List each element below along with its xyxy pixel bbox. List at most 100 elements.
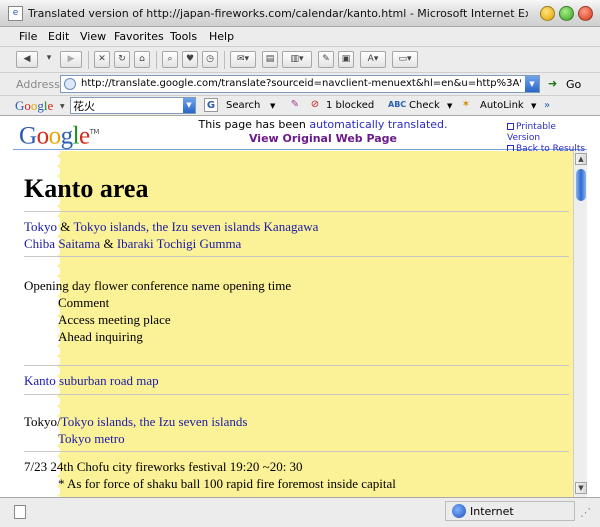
history-icon[interactable]: ◷ (202, 51, 218, 68)
minimize-button[interactable] (540, 6, 555, 21)
region-link[interactable]: Ibaraki (117, 236, 154, 251)
address-field[interactable]: http://translate.google.com/translate?so… (60, 75, 540, 93)
discuss-icon[interactable]: ✎ (318, 51, 334, 68)
scroll-up-icon[interactable]: ▲ (575, 153, 587, 165)
translation-notice: This page has been automatically transla… (193, 118, 453, 131)
autolink-button[interactable]: AutoLink (480, 100, 524, 111)
close-button[interactable] (578, 6, 593, 21)
divider (24, 394, 569, 395)
favorites-icon[interactable]: ♥ (182, 51, 198, 68)
google-toolbar-logo[interactable]: Google (15, 98, 53, 114)
menu-view[interactable]: View (80, 30, 106, 43)
road-map-link[interactable]: Kanto suburban road map (24, 373, 159, 388)
highlight-icon[interactable]: ✎ (288, 98, 302, 112)
event-row: 7/23 24th Chofu city fireworks festival … (24, 459, 303, 474)
go-arrow-icon[interactable]: ➜ (548, 77, 562, 91)
resize-grip-icon[interactable]: ⋰ (580, 506, 594, 520)
legend-title: Opening day flower conference name openi… (24, 278, 292, 293)
address-url[interactable]: http://translate.google.com/translate?so… (81, 78, 521, 89)
scroll-thumb[interactable] (576, 169, 586, 201)
tokyo-metro-link[interactable]: Tokyo metro (58, 431, 125, 446)
ie-icon: e (8, 6, 23, 21)
close-box-icon (507, 123, 514, 130)
view-original-link[interactable]: View Original Web Page (193, 132, 453, 145)
region-links-row-2: Chiba Saitama & Ibaraki Tochigi Gumma (24, 235, 569, 252)
izu-islands-link[interactable]: Tokyo islands, the Izu seven islands (61, 414, 248, 429)
search-options-dropdown-icon[interactable]: ▼ (270, 102, 275, 110)
google-logo[interactable]: GoogleTM (19, 117, 99, 151)
status-bar: Internet ⋰ (0, 497, 600, 527)
google-search-input[interactable] (71, 98, 179, 113)
go-button[interactable]: Go (566, 78, 581, 91)
region-link[interactable]: Tokyo (24, 219, 57, 234)
region-link[interactable]: Chiba (24, 236, 55, 251)
more-buttons-icon[interactable]: » (544, 100, 550, 111)
maximize-button[interactable] (559, 6, 574, 21)
address-dropdown-icon[interactable]: ▼ (525, 76, 539, 92)
spellcheck-icon[interactable]: ABC (388, 98, 406, 112)
scroll-down-icon[interactable]: ▼ (575, 482, 587, 494)
menu-favorites[interactable]: Favorites (114, 30, 164, 43)
back-dropdown-icon[interactable]: ▾ (44, 51, 54, 68)
region-separator: & (100, 236, 117, 251)
divider (24, 211, 569, 212)
legend-item: Ahead inquiring (58, 329, 143, 344)
research-icon[interactable]: ▥▾ (282, 51, 312, 68)
back-icon[interactable]: ◀ (16, 51, 38, 68)
printable-version-link[interactable]: Printable Version (507, 122, 587, 144)
mail-icon[interactable]: ✉▾ (230, 51, 256, 68)
title-bar: e Translated version of http://japan-fir… (0, 0, 600, 27)
popup-blocker-icon[interactable]: ⊘ (308, 98, 322, 112)
home-icon[interactable]: ⌂ (134, 51, 150, 68)
region-separator: & (57, 219, 74, 234)
security-zone: Internet (445, 501, 575, 521)
check-button[interactable]: Check (409, 100, 440, 111)
popup-blocked-count[interactable]: 1 blocked (326, 100, 374, 111)
menu-file[interactable]: File (19, 30, 37, 43)
stop-icon[interactable]: ✕ (94, 51, 110, 68)
search-icon[interactable]: ⌕ (162, 51, 178, 68)
standard-toolbar: ◀ ▾ ▶ ✕ ↻ ⌂ ⌕ ♥ ◷ ✉▾ ▤ ▥▾ ✎ ▣ A▾ ▭▾ (0, 47, 600, 73)
google-menu-dropdown-icon[interactable]: ▼ (60, 103, 65, 110)
region-link[interactable]: Kanagawa (264, 219, 319, 234)
globe-icon (452, 504, 466, 518)
google-search-icon[interactable]: G (204, 98, 218, 112)
autolink-dropdown-icon[interactable]: ▼ (531, 102, 536, 110)
refresh-icon[interactable]: ↻ (114, 51, 130, 68)
search-dropdown-icon[interactable]: ▼ (183, 98, 195, 113)
font-size-icon[interactable]: A▾ (360, 51, 386, 68)
page-heading: Kanto area (24, 174, 149, 203)
menu-tools[interactable]: Tools (170, 30, 197, 43)
google-search-field[interactable]: ▼ (70, 97, 196, 114)
section-prefix: Tokyo/ (24, 414, 61, 429)
menu-edit[interactable]: Edit (48, 30, 69, 43)
event-note: * As for force of shaku ball 100 rapid f… (58, 476, 396, 491)
page-content: Kanto area Tokyo & Tokyo islands, the Iz… (13, 151, 573, 497)
metro-row: Tokyo metro (24, 430, 569, 447)
address-label: Address (16, 78, 60, 91)
divider (24, 365, 569, 366)
region-links-row-1: Tokyo & Tokyo islands, the Izu seven isl… (24, 218, 569, 235)
region-link[interactable]: Saitama (58, 236, 100, 251)
print-icon[interactable]: ▤ (262, 51, 278, 68)
region-link[interactable]: Gumma (199, 236, 241, 251)
divider (24, 256, 569, 257)
forward-icon[interactable]: ▶ (60, 51, 82, 68)
page-icon (64, 78, 76, 90)
google-toolbar: Google ▼ ▼ G Search ▼ ✎ ⊘ 1 blocked ABC … (0, 96, 600, 116)
notice-text: This page has been (198, 118, 306, 131)
google-search-button[interactable]: Search (226, 100, 260, 111)
translate-banner: GoogleTM This page has been automaticall… (13, 116, 587, 154)
vertical-scrollbar[interactable]: ▲ ▼ (573, 151, 587, 497)
autolink-icon[interactable]: ✶ (459, 98, 473, 112)
auto-translated-link[interactable]: automatically translated. (309, 118, 447, 131)
region-link[interactable]: Tochigi (157, 236, 197, 251)
section-row: Tokyo/Tokyo islands, the Izu seven islan… (24, 413, 569, 430)
messenger-icon[interactable]: ▣ (338, 51, 354, 68)
page-options-icon[interactable]: ▭▾ (392, 51, 418, 68)
check-dropdown-icon[interactable]: ▼ (447, 102, 452, 110)
window-title: Translated version of http://japan-firew… (28, 7, 528, 20)
legend-item: Comment (58, 295, 110, 310)
menu-help[interactable]: Help (209, 30, 234, 43)
region-link[interactable]: Tokyo islands, the Izu seven islands (73, 219, 260, 234)
